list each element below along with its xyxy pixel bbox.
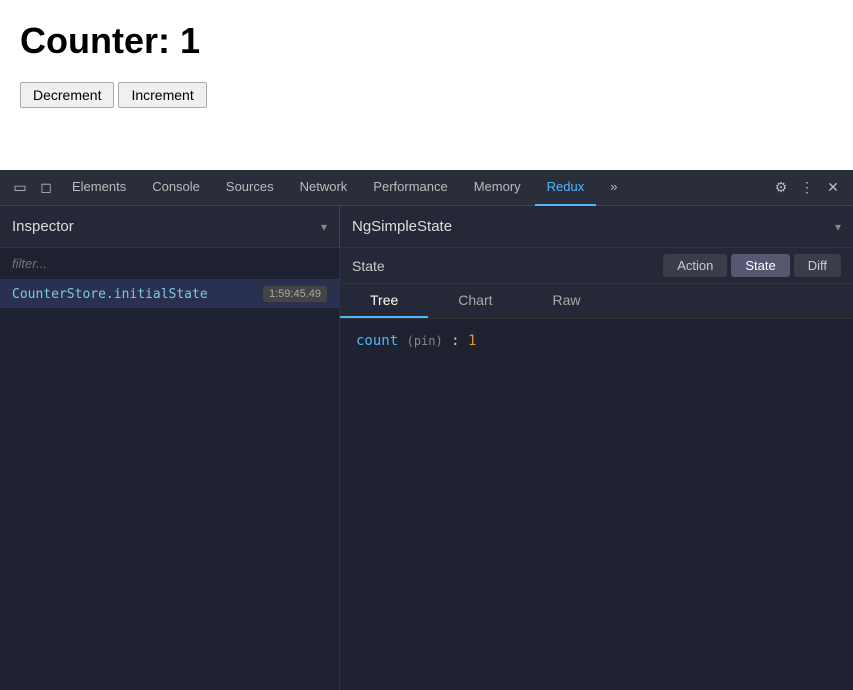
tab-raw[interactable]: Raw [523,284,611,318]
list-item-name: CounterStore.initialState [12,287,208,302]
devtools-topbar: ▭ ◻ Elements Console Sources Network Per… [0,170,853,206]
tab-console[interactable]: Console [140,170,212,206]
tab-sources[interactable]: Sources [214,170,286,206]
more-options-icon[interactable]: ⋮ [795,176,819,200]
device-toolbar-icon[interactable]: ◻ [34,176,58,200]
btn-group: Decrement Increment [20,82,833,108]
state-content: count (pin) : 1 [340,319,853,690]
counter-title: Counter: 1 [20,20,833,62]
ng-simple-state-section: NgSimpleState ▾ [340,206,853,247]
devtools-panel: ▭ ◻ Elements Console Sources Network Per… [0,170,853,690]
state-section-label: State [352,258,659,274]
state-button[interactable]: State [731,254,789,277]
tab-performance[interactable]: Performance [361,170,459,206]
list-item[interactable]: CounterStore.initialState 1:59:45.49 [0,280,339,308]
inspect-element-icon[interactable]: ▭ [8,176,32,200]
state-key: count [356,333,398,349]
view-tabs: Tree Chart Raw [340,284,853,319]
inspector-label: Inspector [12,218,74,235]
decrement-button[interactable]: Decrement [20,82,114,108]
settings-icon[interactable]: ⚙ [769,176,793,200]
increment-button[interactable]: Increment [118,82,206,108]
list-item-time: 1:59:45.49 [263,286,327,302]
state-value: 1 [468,333,476,349]
ng-simple-state-label: NgSimpleState [352,218,452,235]
state-colon: : [451,333,468,349]
inspector-dropdown-icon[interactable]: ▾ [321,220,327,234]
tab-chart[interactable]: Chart [428,284,522,318]
tab-more[interactable]: » [598,170,629,206]
right-panel: State Action State Diff Tree Chart Raw c [340,248,853,690]
inspector-bar: Inspector ▾ NgSimpleState ▾ [0,206,853,248]
tab-network[interactable]: Network [288,170,360,206]
tab-memory[interactable]: Memory [462,170,533,206]
action-list: CounterStore.initialState 1:59:45.49 [0,280,339,690]
tab-elements[interactable]: Elements [60,170,138,206]
left-panel: CounterStore.initialState 1:59:45.49 [0,248,340,690]
state-action-bar: State Action State Diff [340,248,853,284]
devtools-main: CounterStore.initialState 1:59:45.49 Sta… [0,248,853,690]
action-button[interactable]: Action [663,254,727,277]
close-devtools-icon[interactable]: ✕ [821,176,845,200]
tab-tree[interactable]: Tree [340,284,428,318]
inspector-section: Inspector ▾ [0,206,340,247]
tab-redux[interactable]: Redux [535,170,597,206]
ng-simple-state-dropdown-icon[interactable]: ▾ [835,220,841,234]
filter-input[interactable] [0,248,339,280]
state-pin-label: (pin) [407,334,443,348]
diff-button[interactable]: Diff [794,254,841,277]
page-content: Counter: 1 Decrement Increment [0,0,853,170]
